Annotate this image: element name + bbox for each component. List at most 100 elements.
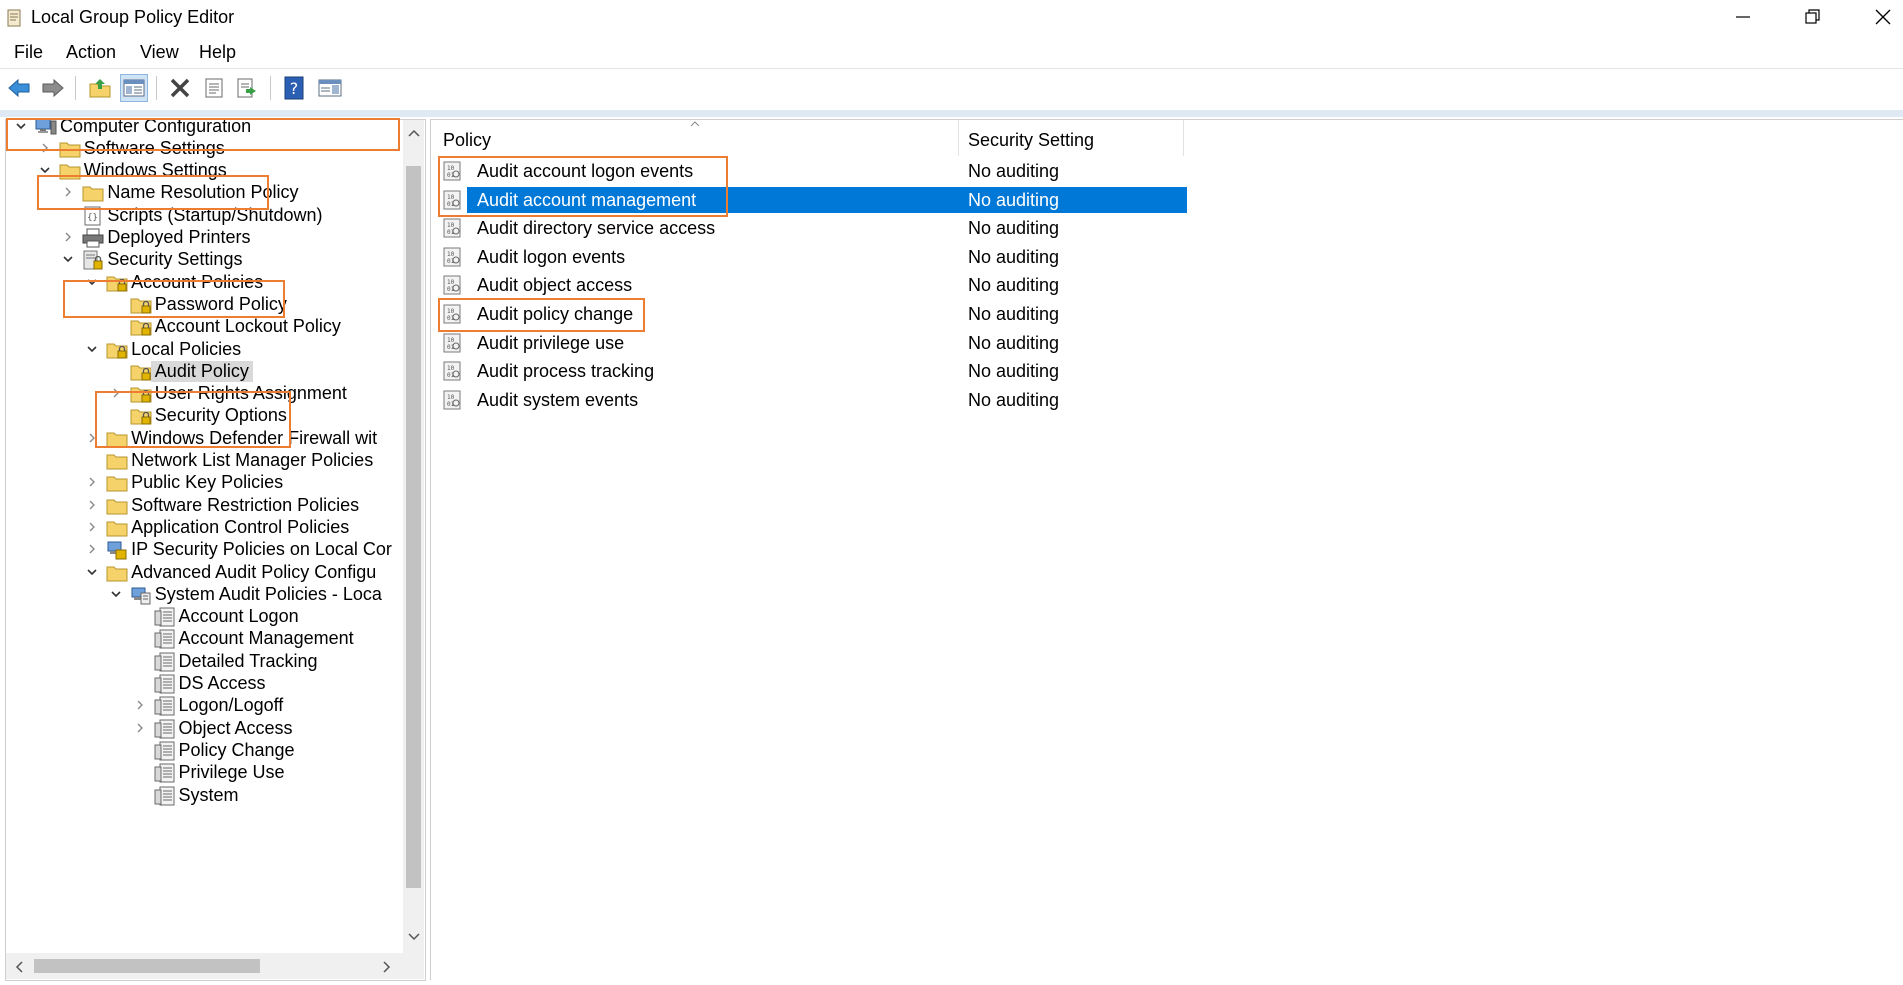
expand-chevron-icon[interactable] <box>108 385 124 401</box>
back-arrow-icon <box>8 78 30 98</box>
tree-horizontal-scroll-thumb[interactable] <box>34 959 260 973</box>
collapse-chevron-icon[interactable] <box>37 162 53 178</box>
audit-setting-icon: 10 01 <box>441 247 463 267</box>
tree-item-label: Software Restriction Policies <box>131 494 360 515</box>
printer-icon <box>82 228 104 248</box>
expand-chevron-icon[interactable] <box>84 430 100 446</box>
tree-item-label: Windows Settings <box>83 160 227 181</box>
delete-icon <box>170 78 190 98</box>
svg-text:10: 10 <box>447 279 455 286</box>
tree-item-label: Scripts (Startup/Shutdown) <box>107 204 323 225</box>
tree-item-label: Advanced Audit Policy Configu <box>131 561 377 582</box>
folder-icon <box>106 518 128 538</box>
collapse-chevron-icon[interactable] <box>13 120 29 134</box>
policy-row-audit-account-management[interactable]: 10 01 Audit account management No auditing <box>441 186 1614 213</box>
security-setting-value: No auditing <box>968 275 1060 296</box>
expand-chevron-icon[interactable] <box>132 720 148 736</box>
tree-item-system[interactable]: System <box>6 783 401 809</box>
tree-item-label: Local Policies <box>131 338 242 359</box>
policy-row-audit-logon-events[interactable]: 10 01 Audit logon events No auditing <box>441 244 1614 270</box>
toolbar: ? <box>0 70 1903 106</box>
console-tree[interactable]: Computer Configuration Software Settings W… <box>5 119 426 981</box>
ip-security-icon <box>106 540 128 560</box>
policy-list-pane[interactable]: Policy Security Setting 10 01 Audit accoun… <box>430 119 1903 980</box>
tree-item-label: Policy Change <box>178 739 295 760</box>
close-button[interactable] <box>1848 0 1903 34</box>
policy-doc-icon <box>154 741 176 761</box>
security-setting-value: No auditing <box>968 332 1060 353</box>
policy-doc-icon <box>154 786 176 806</box>
svg-text:{}: {} <box>87 213 98 223</box>
menu-view[interactable]: View <box>140 42 179 63</box>
back-button[interactable] <box>5 74 33 102</box>
policy-row-audit-privilege-use[interactable]: 10 01 Audit privilege use No auditing <box>441 330 1614 356</box>
svg-text:10: 10 <box>447 365 455 372</box>
show-hide-action-pane-button[interactable] <box>316 74 344 102</box>
collapse-chevron-icon[interactable] <box>84 564 100 580</box>
expand-chevron-icon[interactable] <box>132 697 148 713</box>
collapse-chevron-icon[interactable] <box>108 586 124 602</box>
locked-folder-icon <box>130 317 152 337</box>
scroll-up-icon[interactable] <box>408 128 420 138</box>
expand-chevron-icon[interactable] <box>84 519 100 535</box>
column-header-policy[interactable]: Policy <box>443 130 491 151</box>
forward-button[interactable] <box>39 74 67 102</box>
tree-item-label: Security Options <box>154 405 287 426</box>
locked-folder-icon <box>130 362 152 382</box>
folder-icon <box>82 183 104 203</box>
expand-chevron-icon[interactable] <box>84 497 100 513</box>
tree-vertical-scrollbar[interactable] <box>403 120 424 953</box>
up-folder-icon <box>89 79 111 98</box>
restore-button[interactable] <box>1778 0 1848 34</box>
security-setting-value: No auditing <box>968 361 1060 382</box>
policy-row-audit-directory-service-access[interactable]: 10 01 Audit directory service access No aud… <box>441 215 1614 241</box>
properties-button[interactable] <box>200 74 228 102</box>
locked-folder-icon <box>106 340 128 360</box>
svg-text:10: 10 <box>447 308 455 315</box>
tree-item-label: Account Policies <box>131 271 264 292</box>
show-hide-tree-icon <box>123 79 145 97</box>
tree-item-label: Privilege Use <box>178 762 285 783</box>
menu-file[interactable]: File <box>14 42 43 63</box>
menu-action[interactable]: Action <box>66 42 116 63</box>
tree-vertical-scroll-thumb[interactable] <box>406 166 421 888</box>
folder-icon <box>106 496 128 516</box>
audit-setting-icon: 10 01 <box>441 218 463 238</box>
audit-setting-icon: 10 01 <box>441 161 463 181</box>
policy-row-audit-process-tracking[interactable]: 10 01 Audit process tracking No auditing <box>441 358 1614 384</box>
expand-chevron-icon[interactable] <box>84 474 100 490</box>
policy-row-audit-object-access[interactable]: 10 01 Audit object access No auditing <box>441 272 1614 298</box>
audit-setting-icon: 10 01 <box>441 361 463 381</box>
expand-chevron-icon[interactable] <box>60 229 76 245</box>
svg-text:10: 10 <box>447 337 455 344</box>
svg-text:10: 10 <box>447 222 455 229</box>
policy-row-audit-account-logon-events[interactable]: 10 01 Audit account logon events No auditin… <box>441 158 1614 184</box>
delete-button[interactable] <box>166 74 194 102</box>
tree-item-label: Name Resolution Policy <box>107 182 299 203</box>
menu-help[interactable]: Help <box>199 42 236 63</box>
expand-chevron-icon[interactable] <box>60 184 76 200</box>
tree-item-label: Detailed Tracking <box>178 650 318 671</box>
policy-row-audit-policy-change[interactable]: 10 01 Audit policy change No auditing <box>441 301 1614 327</box>
expand-chevron-icon[interactable] <box>84 541 100 557</box>
collapse-chevron-icon[interactable] <box>84 274 100 290</box>
scroll-left-icon[interactable] <box>14 961 24 973</box>
tree-item-label: Network List Manager Policies <box>131 450 374 470</box>
tree-item-label: System <box>178 784 239 805</box>
collapse-chevron-icon[interactable] <box>60 251 76 267</box>
policy-row-audit-system-events[interactable]: 10 01 Audit system events No auditing <box>441 387 1614 413</box>
forward-arrow-icon <box>42 78 64 98</box>
up-one-level-button[interactable] <box>86 74 114 102</box>
column-header-security-setting[interactable]: Security Setting <box>968 130 1094 151</box>
tree-item-label: Audit Policy <box>150 360 253 382</box>
export-list-button[interactable] <box>234 74 262 102</box>
help-button[interactable]: ? <box>280 74 308 102</box>
collapse-chevron-icon[interactable] <box>84 341 100 357</box>
tree-horizontal-scrollbar[interactable] <box>6 953 403 979</box>
show-hide-console-tree-button[interactable] <box>120 74 148 102</box>
scroll-down-icon[interactable] <box>408 932 420 942</box>
expand-chevron-icon[interactable] <box>37 140 53 156</box>
scroll-right-icon[interactable] <box>382 961 392 973</box>
minimize-button[interactable] <box>1708 0 1778 34</box>
tree-item-label: DS Access <box>178 673 266 693</box>
